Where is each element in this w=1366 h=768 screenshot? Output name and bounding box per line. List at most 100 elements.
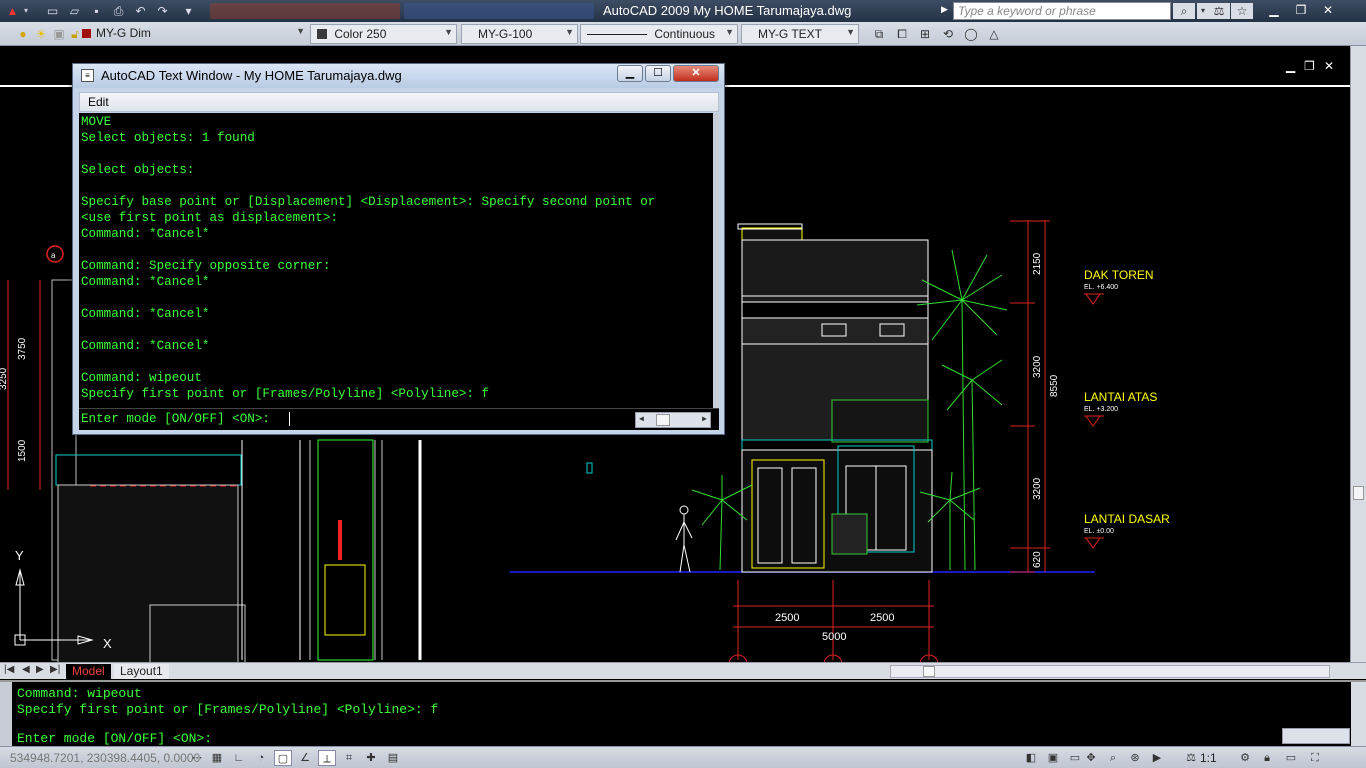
horizontal-scrollbar[interactable] [890,665,1330,678]
restore-icon[interactable]: ❐ [1289,2,1313,18]
text-window-hscroll[interactable]: ◀ ▶ [635,412,711,428]
tab-nav-last-icon[interactable]: ▶| [50,664,60,675]
text-window-prompt[interactable]: Enter mode [ON/OFF] <ON>: [81,412,278,426]
coordinates-display[interactable]: 534948.7201, 230398.4405, 0.0000 [10,751,200,765]
command-history-line: Specify first point or [Frames/Polyline]… [17,702,439,717]
hdim-total: 5000 [822,631,846,643]
layout-tabs-bar: |◀ ◀ ▶ ▶| Model Layout1 [0,662,1366,679]
tab-model[interactable]: Model [66,664,111,679]
scrollbar-thumb[interactable] [923,666,935,677]
dyn-icon[interactable]: ⌗ [340,750,358,766]
command-line[interactable]: Command: wipeout Specify first point or … [0,680,1366,748]
steering-wheel-icon[interactable]: ⊛ [1126,750,1144,766]
ucs-icon[interactable]: ⧉ [870,25,888,43]
svg-text:a: a [51,251,56,260]
zoom-icon[interactable]: ⌕ [1104,750,1122,766]
measure-icon[interactable]: △ [985,25,1003,43]
drawing-close-icon: ✕ [1324,59,1334,73]
tab-nav-prev-icon[interactable]: ◀ [22,664,30,675]
command-line-grip[interactable] [0,682,12,748]
save-icon[interactable]: ▪ [88,3,105,19]
print-icon[interactable]: ⎙ [110,3,127,19]
copy-objects-icon[interactable]: ⧠ [893,25,911,43]
layer-dropdown[interactable]: MY-G Dim ▼ [90,24,308,44]
layout-icon[interactable]: ▣ [1044,750,1062,766]
pan-icon[interactable]: ✥ [1082,750,1100,766]
scroll-left-icon[interactable]: ◀ [639,414,644,424]
minimize-icon[interactable]: ▁ [1262,2,1286,18]
scroll-right-icon[interactable]: ▶ [702,414,707,424]
qa-customize-icon[interactable]: ▾ [180,3,197,19]
level-name-2: LANTAI ATAS [1084,390,1157,404]
text-window-titlebar[interactable]: ≡ AutoCAD Text Window - My HOME Tarumaja… [73,64,724,88]
circle-icon[interactable]: ◯ [962,25,980,43]
workspace-gear-icon[interactable]: ⚙ [1236,750,1254,766]
array-icon[interactable]: ⊞ [916,25,934,43]
history-line: Command: *Cancel* [81,275,210,289]
clean-screen-icon[interactable]: ⛶ [1306,750,1324,766]
dimstyle-dropdown[interactable]: MY-G-100 ▼ [461,24,578,44]
annotation-scale-icon[interactable]: ⚖ [1182,750,1200,766]
new-file-icon[interactable]: ▭ [44,3,61,19]
tab-nav-first-icon[interactable]: |◀ [4,664,14,675]
scrollbar-thumb[interactable] [1353,486,1364,500]
search-input[interactable]: Type a keyword or phrase [953,2,1171,20]
open-folder-icon[interactable]: ▱ [66,3,83,19]
close-icon[interactable]: ✕ [1316,2,1340,18]
search-expand-icon[interactable]: ▶ [941,4,948,15]
textstyle-dropdown[interactable]: MY-G TEXT ▼ [741,24,859,44]
favorites-star-icon[interactable]: ☆ [1231,3,1253,19]
left-dim-2: 3250 [0,367,9,390]
snap-icon[interactable]: ⋯ [188,750,206,766]
scrollbar-thumb[interactable] [656,414,670,426]
lock-icon[interactable]: 🔒︎ [1258,750,1276,766]
history-line: Specify first point or [Frames/Polyline]… [81,387,490,401]
model-space-icon[interactable]: ◧ [1022,750,1040,766]
vertical-scrollbar[interactable] [1350,46,1366,662]
osnap-icon[interactable]: ▢ [274,750,292,766]
ortho-icon[interactable]: ∟ [230,750,248,766]
text-window-vscroll[interactable] [713,113,719,408]
window-title: AutoCAD 2009 My HOME Tarumajaya.dwg [603,3,852,18]
redo-icon[interactable]: ↷ [154,3,171,19]
command-vscroll[interactable] [1351,682,1366,746]
tab-nav-next-icon[interactable]: ▶ [36,664,44,675]
text-window-minimize-icon[interactable]: ▁ [617,65,643,82]
linetype-dropdown[interactable]: Continuous ▼ [580,24,738,44]
text-window-icon: ≡ [81,69,94,82]
app-menu-chevron-icon[interactable]: ▾ [24,6,28,15]
history-line: MOVE [81,115,112,129]
vdim-3200-lower: 3200 [1032,477,1043,500]
layer-bulb-icon[interactable]: ● [14,25,32,43]
lineweight-icon[interactable]: ✚ [362,750,380,766]
ducs-icon[interactable]: ⟂ [318,750,336,766]
text-window-prompt-row[interactable]: Enter mode [ON/OFF] <ON>: ◀ ▶ [79,408,719,430]
text-caret [289,412,290,426]
showmotion-icon[interactable]: ▶ [1148,750,1166,766]
toolbar-lock-icon[interactable]: ▭ [1282,750,1300,766]
rotate-icon[interactable]: ⟲ [939,25,957,43]
text-window-close-icon[interactable]: ✕ [673,65,719,82]
otrack-icon[interactable]: ∠ [296,750,314,766]
color-dropdown[interactable]: Color 250 ▼ [310,24,457,44]
menu-edit[interactable]: Edit [88,95,109,109]
quick-properties-icon[interactable]: ▤ [384,750,402,766]
left-dimensions: 3750 3250 1500 [0,337,28,462]
command-hscroll[interactable] [1282,728,1350,744]
search-icon[interactable]: ⌕ [1173,3,1195,19]
person-figure [675,505,693,573]
history-line: Specify base point or [Displacement] <Di… [81,195,656,209]
properties-toolbar: ● ☀ ▣ 🔓︎ MY-G Dim ▼ Color 250 ▼ MY-G-100… [0,22,1366,46]
text-window-maximize-icon[interactable]: ☐ [645,65,671,82]
annotation-scale-value[interactable]: 1:1 [1200,751,1217,765]
layer-freeze-sun-icon[interactable]: ☀ [32,25,50,43]
polar-icon[interactable]: ◔ [252,750,270,766]
app-menu-icon[interactable]: ▲ [4,3,21,19]
left-dim-3: 1500 [17,439,28,462]
text-window-history: MOVE Select objects: 1 found Select object… [79,113,719,429]
tab-layout1[interactable]: Layout1 [114,664,169,679]
command-prompt[interactable]: Enter mode [ON/OFF] <ON>: [17,731,212,746]
grid-icon[interactable]: ▦ [208,750,226,766]
undo-icon[interactable]: ↶ [132,3,149,19]
subscription-center-icon[interactable]: ⚖ [1208,3,1230,19]
